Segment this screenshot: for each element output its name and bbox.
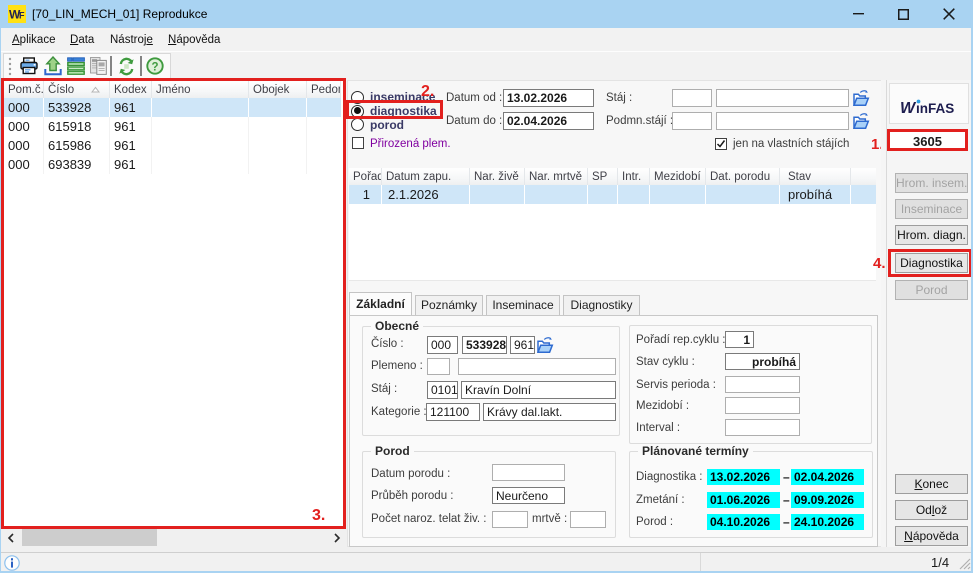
svg-text:W: W [900,100,917,117]
svg-text:ınFAS: ınFAS [916,101,954,116]
svg-text:?: ? [151,61,158,73]
svg-text:F: F [19,11,25,21]
